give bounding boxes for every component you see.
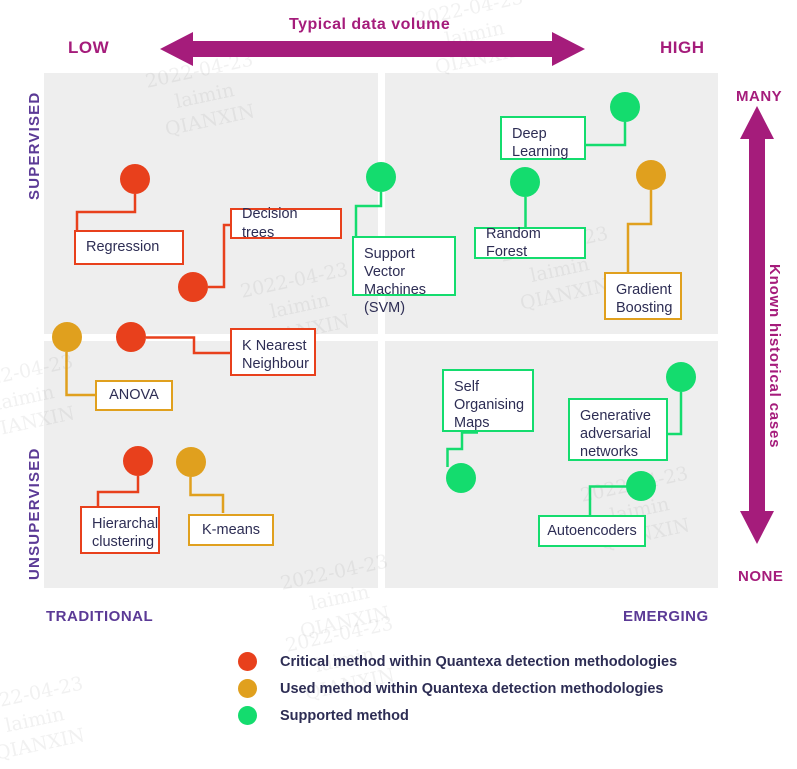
axis-label-none: NONE <box>738 568 784 585</box>
connector-deep-learning <box>584 122 627 147</box>
axis-label-unsupervised: UNSUPERVISED <box>26 447 43 581</box>
marker-random-forest[interactable] <box>510 167 540 197</box>
legend-item-supported: Supported method <box>238 702 677 729</box>
label-box-decision-trees[interactable]: Decision trees <box>230 206 342 241</box>
label-box-regression[interactable]: Regression <box>74 230 184 265</box>
connector-kmeans <box>189 477 225 513</box>
marker-self-organising-maps[interactable] <box>446 463 476 493</box>
marker-svm[interactable] <box>366 162 396 192</box>
axis-label-low: LOW <box>68 38 110 57</box>
axis-label-traditional: TRADITIONAL <box>46 608 154 625</box>
label-box-kmeans[interactable]: K-means <box>188 514 274 546</box>
connector-self-organising-maps <box>446 431 478 467</box>
connector-regression <box>75 194 141 232</box>
chart-title: Typical data volume <box>289 16 451 33</box>
label-box-self-organising-maps[interactable]: Self Organising Maps <box>442 369 534 432</box>
label-box-gradient-boosting[interactable]: Gradient Boosting <box>604 272 682 320</box>
label-box-knn[interactable]: K Nearest Neighbour <box>230 328 316 376</box>
legend-label-supported: Supported method <box>280 707 409 724</box>
marker-regression[interactable] <box>120 164 150 194</box>
marker-deep-learning[interactable] <box>610 92 640 122</box>
legend-item-used: Used method within Quantexa detection me… <box>238 675 677 702</box>
marker-knn[interactable] <box>116 322 146 352</box>
label-box-anova[interactable]: ANOVA <box>95 380 173 411</box>
axis-label-emerging: EMERGING <box>623 608 709 625</box>
connector-autoencoders <box>588 485 630 519</box>
axis-label-supervised: SUPERVISED <box>26 91 43 200</box>
legend-item-critical: Critical method within Quantexa detectio… <box>238 648 677 675</box>
legend-label-used: Used method within Quantexa detection me… <box>280 680 664 697</box>
legend-dot-supported <box>238 706 257 725</box>
marker-autoencoders[interactable] <box>626 471 656 501</box>
marker-gradient-boosting[interactable] <box>636 160 666 190</box>
connector-knn <box>146 336 232 355</box>
legend-label-critical: Critical method within Quantexa detectio… <box>280 653 678 670</box>
horizontal-data-volume-arrow <box>160 32 585 66</box>
marker-anova[interactable] <box>52 322 82 352</box>
connector-hierarchal-clustering <box>96 476 142 510</box>
axis-label-known-historical-cases: Known historical cases <box>766 264 783 449</box>
label-box-random-forest[interactable]: Random Forest <box>474 226 586 260</box>
marker-decision-trees[interactable] <box>178 272 208 302</box>
axis-label-high: HIGH <box>660 38 705 57</box>
marker-gan[interactable] <box>666 362 696 392</box>
watermark: 2022-04-23 laimin QIANXIN <box>0 672 87 765</box>
legend-dot-critical <box>238 652 257 671</box>
axis-label-many: MANY <box>736 88 783 105</box>
label-box-gan[interactable]: Generative adversarial networks <box>568 398 668 461</box>
legend-dot-used <box>238 679 257 698</box>
connector-gradient-boosting <box>626 190 654 273</box>
label-box-hierarchal-clustering[interactable]: Hierarchal clustering <box>80 506 160 554</box>
marker-hierarchal-clustering[interactable] <box>123 446 153 476</box>
label-box-autoencoders[interactable]: Autoencoders <box>538 515 646 547</box>
marker-kmeans[interactable] <box>176 447 206 477</box>
chart-canvas: 2022-04-23 laimin QIANXIN 2022-04-23 lai… <box>0 0 797 765</box>
label-box-deep-learning[interactable]: Deep Learning <box>500 116 586 160</box>
connector-svm <box>354 192 384 237</box>
connector-anova <box>65 352 97 397</box>
label-box-svm[interactable]: Support Vector Machines (SVM) <box>352 236 456 316</box>
legend: Critical method within Quantexa detectio… <box>238 648 677 729</box>
